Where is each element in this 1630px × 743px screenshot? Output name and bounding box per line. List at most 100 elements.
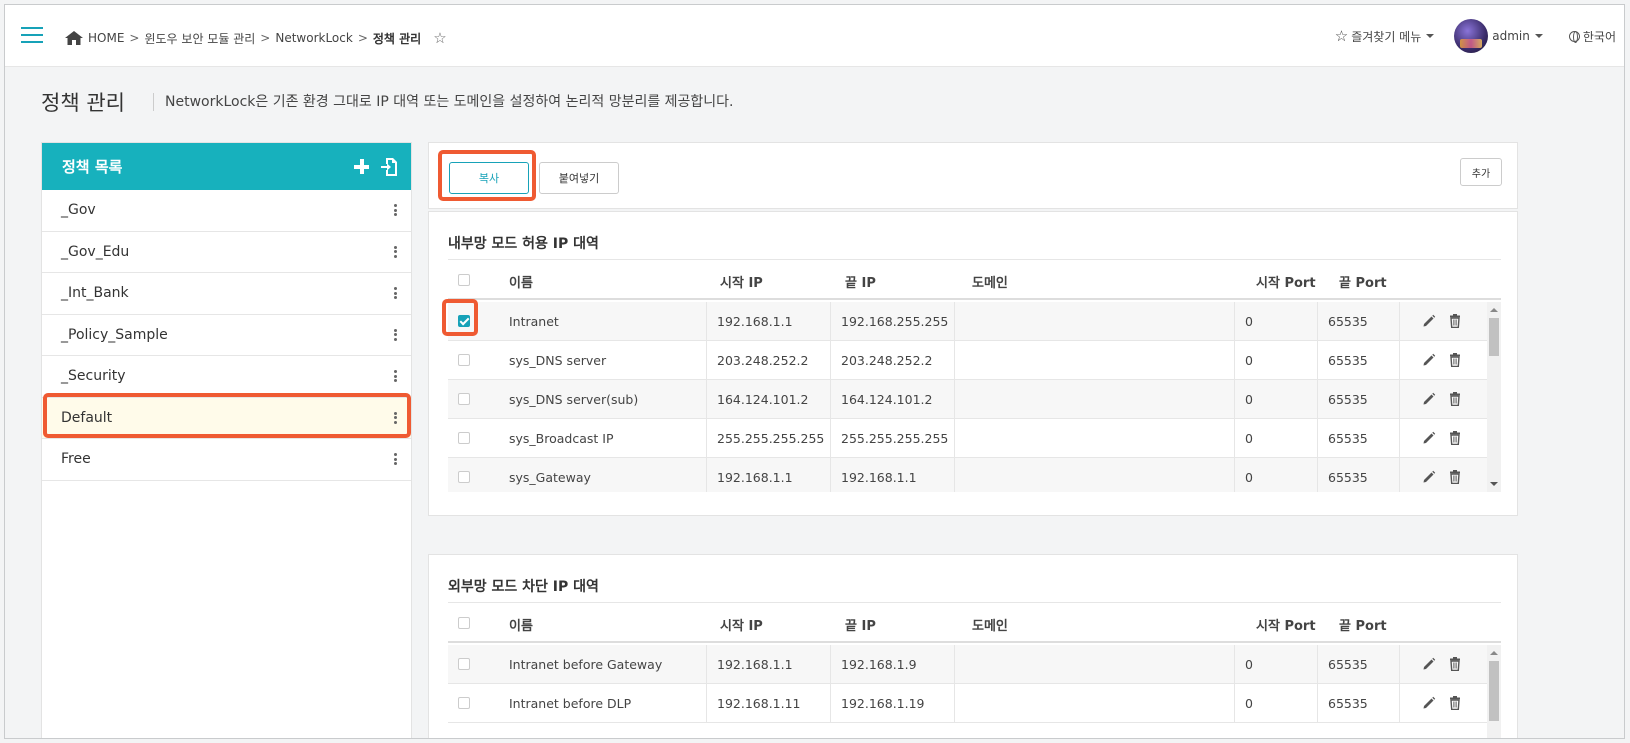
more-vertical-icon[interactable] [393,287,397,300]
cell-start-port: 0 [1245,314,1253,329]
cell-divider [1399,419,1400,457]
table-row[interactable]: Intranet 192.168.1.1 192.168.255.255 0 65535 [448,302,1501,341]
edit-pencil-icon[interactable] [1422,314,1436,328]
breadcrumb-networklock[interactable]: NetworkLock [275,31,352,45]
policy-item[interactable]: Free [42,439,411,481]
delete-trash-icon[interactable] [1448,431,1462,446]
policy-item[interactable]: _Int_Bank [42,273,411,315]
cell-start-port: 0 [1245,353,1253,368]
column-header: 도메인 [972,619,1008,634]
column-header: 도메인 [972,276,1008,291]
policy-item[interactable]: _Gov [42,190,411,232]
action-toolbar: 복사 붙여넣기 추가 [428,142,1518,209]
cell-start-ip: 255.255.255.255 [717,431,825,446]
scrollbar[interactable] [1487,302,1501,492]
cell-end-ip: 255.255.255.255 [841,431,949,446]
language-selector[interactable]: 한국어 [1568,28,1616,45]
cell-start-ip: 192.168.1.1 [717,657,793,672]
cell-divider [954,302,955,340]
paste-button[interactable]: 붙여넣기 [539,162,619,194]
cell-divider [706,380,707,418]
edit-pencil-icon[interactable] [1422,431,1436,445]
add-button[interactable]: 추가 [1460,158,1502,186]
table-row[interactable]: sys_Broadcast IP 255.255.255.255 255.255.2… [448,419,1501,458]
breadcrumb-current: 정책 관리 [372,31,422,46]
table-row[interactable]: sys_DNS server(sub) 164.124.101.2 164.124.… [448,380,1501,419]
select-all-checkbox[interactable] [458,617,470,629]
edit-pencil-icon[interactable] [1422,353,1436,367]
cell-end-ip: 203.248.252.2 [841,353,933,368]
cell-divider [830,458,831,492]
policy-item[interactable]: Default [42,397,411,439]
breadcrumb-windows-module[interactable]: 윈도우 보안 모듈 관리 [144,30,255,47]
cell-name: sys_Broadcast IP [509,431,614,446]
globe-icon [1568,30,1580,43]
more-vertical-icon[interactable] [393,411,397,424]
cell-end-port: 65535 [1328,431,1368,446]
table-row[interactable]: Intranet before Gateway 192.168.1.1 192.16… [448,645,1501,684]
edit-pencil-icon[interactable] [1422,470,1436,484]
cell-end-ip: 192.168.255.255 [841,314,949,329]
cell-end-ip: 164.124.101.2 [841,392,933,407]
column-header: 시작 Port [1256,276,1316,291]
row-checkbox[interactable] [458,432,470,444]
more-vertical-icon[interactable] [393,370,397,383]
cell-divider [830,380,831,418]
table-row[interactable]: sys_DNS server 203.248.252.2 203.248.252.2… [448,341,1501,380]
cell-start-port: 0 [1245,470,1253,485]
scrollbar[interactable] [1487,645,1501,738]
cell-divider [1317,341,1318,379]
row-checkbox[interactable] [458,658,470,670]
menu-icon[interactable] [21,27,43,43]
username: admin [1492,29,1530,43]
delete-trash-icon[interactable] [1448,657,1462,672]
delete-trash-icon[interactable] [1448,470,1462,485]
internal-allow-section: 내부망 모드 허용 IP 대역 이름 시작 IP 끝 IP 도메인 시작 Por… [428,211,1518,516]
cell-divider [706,419,707,457]
column-header: 시작 IP [720,619,763,634]
import-policy-icon[interactable] [381,157,397,176]
table-row[interactable]: sys_Gateway 192.168.1.1 192.168.1.1 0 65535 [448,458,1501,492]
more-vertical-icon[interactable] [393,453,397,466]
section-title: 내부망 모드 허용 IP 대역 [448,236,599,252]
favorites-menu[interactable]: ☆ 즐겨찾기 메뉴 [1335,27,1435,45]
row-checkbox[interactable] [458,697,470,709]
row-checkbox[interactable] [458,315,470,327]
cell-divider [1234,684,1235,722]
cell-end-port: 65535 [1328,696,1368,711]
title-divider [153,93,154,111]
policy-item[interactable]: _Gov_Edu [42,232,411,273]
table-row[interactable]: Intranet before DLP 192.168.1.11 192.168.1… [448,684,1501,723]
row-checkbox[interactable] [458,354,470,366]
edit-pencil-icon[interactable] [1422,392,1436,406]
table-header: 이름 시작 IP 끝 IP 도메인 시작 Port 끝 Port [448,260,1501,300]
breadcrumb-home[interactable]: HOME [88,31,124,45]
more-vertical-icon[interactable] [393,328,397,341]
delete-trash-icon[interactable] [1448,353,1462,368]
cell-divider [706,341,707,379]
delete-trash-icon[interactable] [1448,314,1462,329]
add-policy-icon[interactable] [354,159,369,174]
cell-start-ip: 192.168.1.1 [717,314,793,329]
row-checkbox[interactable] [458,471,470,483]
star-icon[interactable]: ☆ [433,29,446,47]
more-vertical-icon[interactable] [393,245,397,258]
more-vertical-icon[interactable] [393,204,397,217]
cell-divider [1399,380,1400,418]
row-checkbox[interactable] [458,393,470,405]
cell-name: sys_DNS server(sub) [509,392,639,407]
cell-start-port: 0 [1245,392,1253,407]
cell-divider [1317,645,1318,683]
cell-name: Intranet before DLP [509,696,632,711]
cell-divider [830,684,831,722]
delete-trash-icon[interactable] [1448,392,1462,407]
copy-button[interactable]: 복사 [449,162,529,194]
edit-pencil-icon[interactable] [1422,657,1436,671]
delete-trash-icon[interactable] [1448,696,1462,711]
policy-item[interactable]: _Policy_Sample [42,315,411,356]
edit-pencil-icon[interactable] [1422,696,1436,710]
user-menu[interactable]: admin [1454,19,1543,53]
home-icon[interactable] [65,31,83,45]
policy-item[interactable]: _Security [42,356,411,398]
select-all-checkbox[interactable] [458,274,470,286]
